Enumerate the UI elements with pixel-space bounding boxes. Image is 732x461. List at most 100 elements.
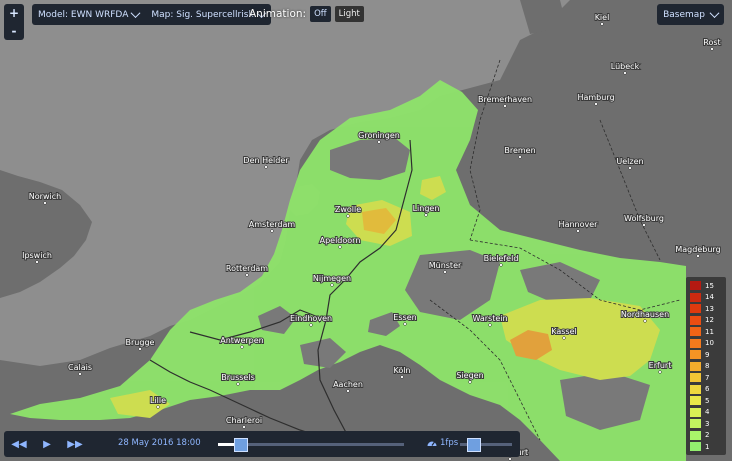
city-label: Bielefeld [484, 254, 519, 263]
animation-control: Animation: Off Light [249, 6, 364, 22]
city-dot [600, 22, 604, 26]
legend-value: 6 [705, 385, 710, 394]
city-label: Apeldoorn [320, 236, 361, 245]
city-dot [468, 380, 472, 384]
city-label: Kiel [595, 13, 610, 22]
model-label: Model: EWN WRFDA [38, 9, 129, 20]
legend-value: 15 [705, 281, 714, 290]
timestamp-label: 28 May 2016 18:00 [118, 438, 201, 448]
city-dot [346, 214, 350, 218]
fps-slider-handle[interactable] [467, 438, 481, 452]
city-label: Lingen [413, 204, 440, 213]
city-label: Eindhoven [290, 314, 332, 323]
city-dot [643, 319, 647, 323]
city-label: Rotterdam [226, 264, 268, 273]
city-label: Nordhausen [621, 310, 669, 319]
legend-value: 2 [705, 431, 710, 440]
map-canvas[interactable]: Kiel Rost Lübeck Bremerhaven Hamburg Groninge… [0, 0, 732, 461]
city-label: Lille [150, 396, 166, 405]
city-label: Zwolle [335, 205, 361, 214]
city-dot [503, 104, 507, 108]
city-dot [499, 263, 503, 267]
legend-swatch [690, 407, 701, 417]
risk-legend: 15 14 13 12 11 10 9 8 7 6 5 4 3 2 1 [686, 277, 726, 455]
city-dot [35, 260, 39, 264]
legend-swatch [690, 338, 701, 348]
time-slider-handle[interactable] [233, 438, 248, 452]
city-label: Charleroi [226, 416, 262, 425]
city-dot [138, 347, 142, 351]
legend-value: 11 [705, 327, 714, 336]
city-dot [78, 372, 82, 376]
city-label: Den Helder [243, 156, 289, 165]
map-dropdown[interactable]: Map: Sig. Supercellrisk [151, 8, 267, 20]
rewind-button[interactable]: ◀◀ [8, 431, 30, 457]
legend-item: 10 [686, 338, 726, 350]
basemap-dropdown[interactable]: Basemap [657, 4, 724, 25]
fast-forward-button[interactable]: ▶▶ [64, 431, 86, 457]
city-label: Siegen [456, 371, 483, 380]
model-toolbar: Model: EWN WRFDA Map: Sig. Supercellrisk [32, 4, 271, 25]
zoom-control: + - [4, 4, 24, 40]
city-dot [623, 71, 627, 75]
zoom-in-button[interactable]: + [4, 4, 24, 22]
city-dot [43, 201, 47, 205]
legend-swatch [690, 361, 701, 371]
basemap-label: Basemap [663, 9, 705, 20]
rewind-icon: ◀◀ [11, 438, 27, 450]
city-label: Warstein [472, 314, 507, 323]
legend-swatch [690, 350, 701, 360]
city-label: Uelzen [616, 157, 643, 166]
city-dot [508, 457, 512, 461]
animation-light-button[interactable]: Light [334, 6, 364, 22]
city-dot [400, 375, 404, 379]
legend-swatch [690, 430, 701, 440]
city-label: Köln [393, 366, 410, 375]
city-label: Calais [68, 363, 92, 372]
city-dot [240, 345, 244, 349]
map-label: Map: Sig. Supercellrisk [151, 9, 254, 20]
legend-value: 14 [705, 293, 714, 302]
legend-swatch [690, 304, 701, 314]
city-dot [424, 213, 428, 217]
legend-value: 3 [705, 419, 710, 428]
city-label: Hamburg [577, 93, 614, 102]
model-dropdown[interactable]: Model: EWN WRFDA [38, 8, 141, 20]
city-dot [242, 425, 246, 429]
fps-label: 1fps [440, 438, 459, 448]
city-label: Magdeburg [675, 245, 720, 254]
city-dot [330, 283, 334, 287]
city-dot [338, 245, 342, 249]
legend-item: 12 [686, 315, 726, 327]
city-label: Bremen [504, 146, 535, 155]
city-dot [377, 140, 381, 144]
city-label: Norwich [29, 192, 61, 201]
city-label: Amsterdam [249, 220, 296, 229]
animation-off-button[interactable]: Off [310, 6, 331, 22]
legend-swatch [690, 327, 701, 337]
chevron-down-icon [709, 8, 720, 19]
animation-label: Animation: [249, 8, 307, 20]
speedometer-icon [427, 441, 437, 446]
legend-value: 9 [705, 350, 710, 359]
legend-item: 5 [686, 395, 726, 407]
animation-player: ◀◀ ▶ ▶▶ 28 May 2016 18:00 1fps [4, 431, 520, 457]
city-label: Bremerhaven [478, 95, 532, 104]
legend-item: 15 [686, 280, 726, 292]
zoom-out-button[interactable]: - [4, 22, 24, 40]
city-label: Münster [429, 261, 462, 270]
legend-item: 6 [686, 384, 726, 396]
city-label: Rost [703, 38, 720, 47]
city-label: Kassel [551, 327, 577, 336]
city-dot [658, 370, 662, 374]
city-dot [156, 405, 160, 409]
legend-value: 10 [705, 339, 714, 348]
city-dot [628, 166, 632, 170]
legend-swatch [690, 419, 701, 429]
city-dot [576, 229, 580, 233]
legend-value: 7 [705, 373, 710, 382]
play-button[interactable]: ▶ [36, 431, 58, 457]
legend-swatch [690, 281, 701, 291]
legend-item: 1 [686, 441, 726, 453]
legend-swatch [690, 442, 701, 452]
